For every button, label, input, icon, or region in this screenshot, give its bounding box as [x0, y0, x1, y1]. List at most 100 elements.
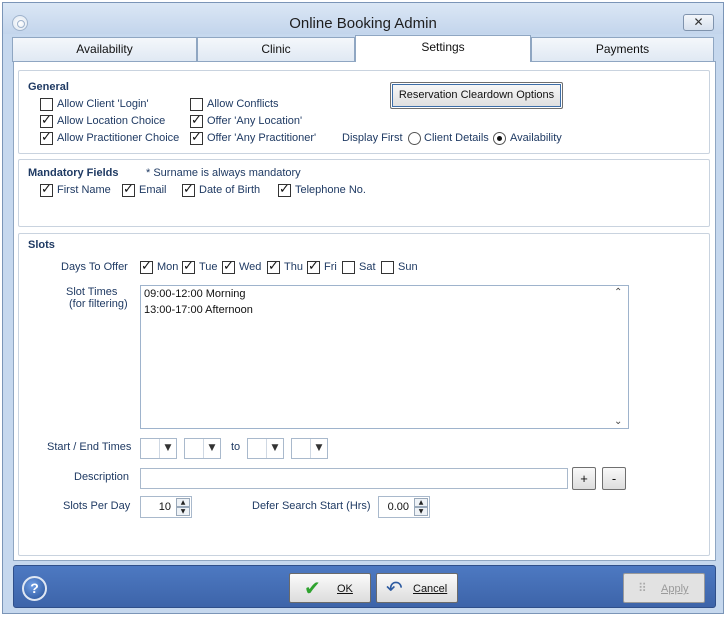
day-fri-label: Fri — [324, 261, 337, 273]
slot-times-sublabel: (for filtering) — [69, 298, 128, 310]
slots-per-day-value: 10 — [158, 501, 171, 513]
help-button[interactable]: ? — [22, 576, 47, 601]
surname-note: * Surname is always mandatory — [146, 167, 301, 179]
to-label: to — [231, 441, 241, 453]
offer-any-location-checkbox[interactable] — [190, 113, 203, 128]
add-slot-button[interactable]: + — [572, 467, 596, 490]
allow-conflicts-label: Allow Conflicts — [207, 98, 279, 110]
tab-settings[interactable]: Settings — [355, 35, 531, 62]
undo-icon: ↶ — [386, 576, 403, 600]
reservation-cleardown-button[interactable]: Reservation Cleardown Options — [390, 82, 563, 109]
spin-down-icon[interactable]: ▼ — [414, 507, 428, 516]
scroll-up-icon[interactable]: ⌃ — [614, 287, 622, 298]
day-sat-label: Sat — [359, 261, 376, 273]
first-name-label: First Name — [57, 184, 111, 196]
day-wed-label: Wed — [239, 261, 262, 273]
close-button[interactable]: ✕ — [683, 14, 714, 31]
mandatory-fields-title: Mandatory Fields — [28, 167, 119, 179]
allow-client-login-checkbox[interactable] — [40, 98, 53, 111]
app-window: Online Booking Admin ✕ Availability Clin… — [2, 2, 724, 614]
scroll-down-icon[interactable]: ⌄ — [614, 416, 622, 427]
ok-label: OK — [337, 583, 353, 595]
display-first-client-details-radio[interactable] — [408, 132, 421, 145]
allow-client-login-label: Allow Client 'Login' — [57, 98, 149, 110]
general-group: General Allow Client 'Login' Allow Locat… — [18, 70, 710, 154]
start-minute-select[interactable]: ▼ — [184, 438, 221, 459]
allow-location-choice-label: Allow Location Choice — [57, 115, 166, 127]
apply-button[interactable]: ⠿ Apply — [623, 573, 705, 603]
day-wed-checkbox[interactable] — [222, 259, 235, 274]
spin-down-icon[interactable]: ▼ — [176, 507, 190, 516]
spin-up-icon[interactable]: ▲ — [414, 498, 428, 507]
slot-times-list[interactable]: 09:00-12:00 Morning 13:00-17:00 Afternoo… — [140, 285, 629, 429]
offer-any-practitioner-label: Offer 'Any Practitioner' — [207, 132, 317, 144]
tab-clinic[interactable]: Clinic — [197, 37, 355, 62]
slot-times-label: Slot Times — [66, 286, 118, 298]
date-of-birth-label: Date of Birth — [199, 184, 261, 196]
list-item[interactable]: 09:00-12:00 Morning — [144, 288, 246, 300]
chevron-down-icon: ▼ — [159, 439, 176, 458]
checkmark-icon: ✔ — [304, 576, 321, 600]
chevron-down-icon: ▼ — [203, 439, 220, 458]
slots-per-day-label: Slots Per Day — [63, 500, 131, 512]
start-end-times-label: Start / End Times — [47, 441, 132, 453]
general-title: General — [28, 81, 69, 93]
display-first-label: Display First — [342, 132, 403, 144]
email-label: Email — [139, 184, 167, 196]
apply-icon: ⠿ — [638, 581, 647, 595]
email-checkbox[interactable] — [122, 182, 135, 197]
cancel-label: Cancel — [413, 583, 448, 595]
settings-panel: General Allow Client 'Login' Allow Locat… — [13, 61, 716, 561]
day-fri-checkbox[interactable] — [307, 259, 320, 274]
day-sun-label: Sun — [398, 261, 418, 273]
chevron-down-icon: ▼ — [310, 439, 327, 458]
allow-practitioner-choice-label: Allow Practitioner Choice — [57, 132, 180, 144]
day-tue-checkbox[interactable] — [182, 259, 195, 274]
day-mon-label: Mon — [157, 261, 179, 273]
tab-payments[interactable]: Payments — [531, 37, 714, 62]
window-title: Online Booking Admin — [289, 15, 437, 32]
offer-any-location-label: Offer 'Any Location' — [207, 115, 303, 127]
slots-title: Slots — [28, 239, 55, 251]
help-icon: ? — [30, 580, 39, 596]
chevron-down-icon: ▼ — [266, 439, 283, 458]
first-name-checkbox[interactable] — [40, 182, 53, 197]
defer-search-start-spinner[interactable]: 0.00 ▲ ▼ — [378, 496, 430, 518]
list-item[interactable]: 13:00-17:00 Afternoon — [144, 304, 253, 316]
day-thu-label: Thu — [284, 261, 303, 273]
telephone-label: Telephone No. — [295, 184, 366, 196]
allow-location-choice-checkbox[interactable] — [40, 113, 53, 128]
end-hour-select[interactable]: ▼ — [247, 438, 284, 459]
defer-search-start-label: Defer Search Start (Hrs) — [252, 500, 371, 512]
end-minute-select[interactable]: ▼ — [291, 438, 328, 459]
display-first-availability-label: Availability — [510, 132, 562, 144]
defer-search-start-value: 0.00 — [387, 501, 409, 513]
telephone-checkbox[interactable] — [278, 182, 291, 197]
cancel-button[interactable]: ↶ Cancel — [376, 573, 458, 603]
date-of-birth-checkbox[interactable] — [182, 182, 195, 197]
display-first-availability-radio[interactable] — [493, 132, 506, 145]
slot-times-scrollbar[interactable]: ⌃ ⌄ — [611, 286, 628, 428]
description-input[interactable] — [140, 468, 568, 489]
mandatory-fields-group: Mandatory Fields * Surname is always man… — [18, 159, 710, 227]
reservation-cleardown-label: Reservation Cleardown Options — [398, 89, 555, 101]
day-tue-label: Tue — [199, 261, 218, 273]
days-to-offer-label: Days To Offer — [61, 261, 128, 273]
day-sun-checkbox[interactable] — [381, 261, 394, 274]
day-thu-checkbox[interactable] — [267, 259, 280, 274]
display-first-client-details-label: Client Details — [424, 132, 489, 144]
remove-slot-button[interactable]: - — [602, 467, 626, 490]
allow-conflicts-checkbox[interactable] — [190, 98, 203, 111]
day-sat-checkbox[interactable] — [342, 261, 355, 274]
ok-button[interactable]: ✔ OK — [289, 573, 371, 603]
slots-per-day-spinner[interactable]: 10 ▲ ▼ — [140, 496, 192, 518]
offer-any-practitioner-checkbox[interactable] — [190, 130, 203, 145]
day-mon-checkbox[interactable] — [140, 259, 153, 274]
start-hour-select[interactable]: ▼ — [140, 438, 177, 459]
slots-group: Slots Days To Offer Mon Tue Wed Thu Fri … — [18, 233, 710, 556]
apply-label: Apply — [661, 583, 689, 595]
description-label: Description — [74, 471, 130, 483]
spin-up-icon[interactable]: ▲ — [176, 498, 190, 507]
allow-practitioner-choice-checkbox[interactable] — [40, 130, 53, 145]
tab-availability[interactable]: Availability — [12, 37, 197, 62]
